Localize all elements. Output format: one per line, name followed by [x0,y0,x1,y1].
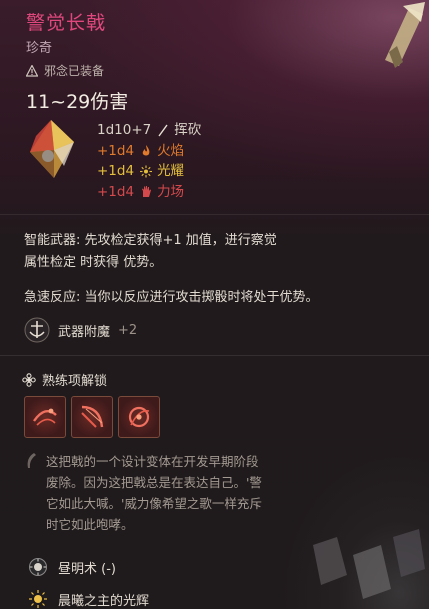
damage-type: 挥砍 [174,122,202,138]
proficiency-header: 熟练项解锁 [22,370,107,389]
damage-line-fire: +1d4 火焰 [97,141,201,162]
damage-type: 光耀 [157,163,185,179]
proficiency-heading: 熟练项解锁 [42,374,108,389]
action-slot-1[interactable] [24,396,66,438]
damage-dice: +1d4 [97,142,135,159]
equip-status-row: 邪念已装备 [26,62,104,79]
fire-icon [142,145,150,156]
enchantment-label: 武器附魔 [58,324,111,340]
damage-dice: 1d10+7 [97,122,152,138]
action-slot-3[interactable] [118,396,160,438]
passive-smart-weapon: 智能武器: 先攻检定获得+1 加值，进行察觉 属性检定 时获得 优势。 [24,230,364,274]
proficiency-actions [24,396,160,438]
damage-dice: +1d4 [97,163,135,179]
damage-line-slashing: 1d10+7 挥砍 [97,120,201,141]
section-divider [0,355,429,356]
passive-quick-reaction: 急速反应: 当你以反应进行攻击掷骰时将处于优势。 [24,290,319,305]
sun-bright-icon [29,590,47,608]
warning-icon [26,64,38,77]
weapon-gem-icon [30,120,74,178]
item-tooltip: 警觉长戟 珍奇 邪念已装备 11~29伤害 1d10+7 挥砍 +1d4 火焰 … [0,0,429,609]
enchantment-row: 武器附魔 +2 [24,317,137,343]
equip-status-text: 邪念已装备 [44,64,105,78]
sun-dark-icon [29,558,47,576]
passive-line: 智能武器: 先攻检定获得+1 加值，进行察觉 [24,233,277,248]
lacerate-icon [81,405,104,428]
condition-label: 昼明术 (-) [58,561,116,577]
damage-type: 力场 [157,183,185,200]
action-slot-2[interactable] [71,396,113,438]
section-divider [0,214,429,215]
decorative-shapes-icon [313,529,425,599]
pommel-strike-icon [128,406,150,428]
quill-icon [27,453,36,468]
condition-label: 晨曦之主的光辉 [58,593,150,609]
radiant-icon [140,165,153,178]
damage-type: 火焰 [157,142,185,159]
damage-dice: +1d4 [97,183,135,200]
damage-breakdown: 1d10+7 挥砍 +1d4 火焰 +1d4 光耀 +1d4 力场 [97,120,201,202]
item-title: 警觉长戟 [26,12,107,34]
slashing-icon [158,124,168,137]
damage-line-force: +1d4 力场 [97,182,201,203]
condition-row-1: 昼明术 (-) [28,557,116,577]
flower-icon [22,372,36,387]
item-rarity: 珍奇 [26,41,53,56]
enchantment-icon [24,317,50,343]
damage-summary: 11~29伤害 [26,91,129,113]
force-hand-icon [142,186,152,198]
condition-row-2: 晨曦之主的光辉 [28,589,149,609]
damage-line-radiant: +1d4 光耀 [97,161,201,182]
enchantment-bonus: +2 [118,322,138,338]
halberd-art-icon [385,2,425,68]
sweep-attack-icon [33,408,57,426]
passive-line: 属性检定 时获得 优势。 [24,255,163,270]
